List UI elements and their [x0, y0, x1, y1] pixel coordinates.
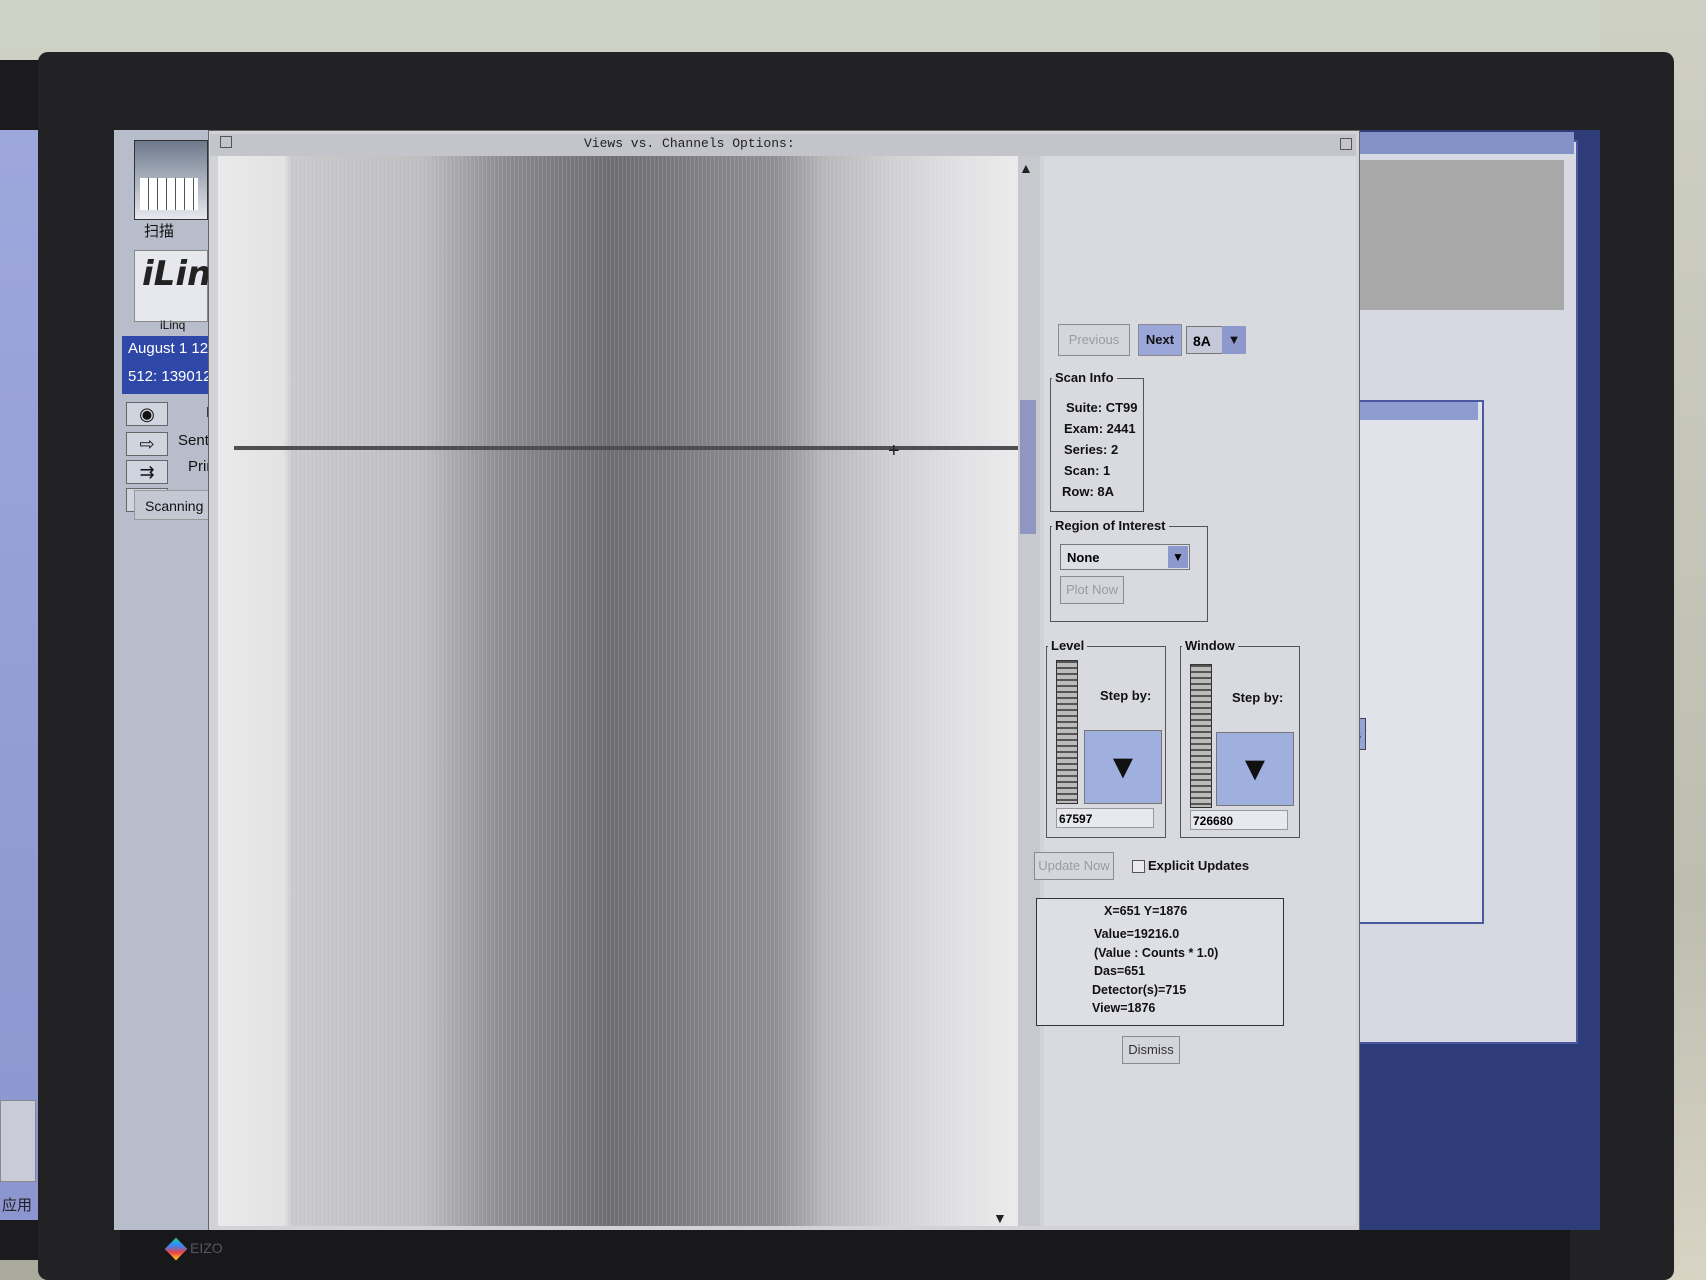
scroll-down-icon[interactable]: ▼ — [993, 1210, 1007, 1226]
left-app-icon[interactable] — [0, 1100, 36, 1182]
camera-icon[interactable]: ◉ — [126, 402, 168, 426]
chevron-down-icon[interactable]: ▼ — [1168, 546, 1188, 568]
monitor-brand: EIZO — [164, 1237, 258, 1262]
readout-detector: Detector(s)=715 — [1092, 983, 1187, 997]
window-step-arrow-icon[interactable]: ▼ — [1216, 732, 1294, 806]
readout-view: View=1876 — [1092, 1001, 1156, 1015]
background-subwindow-titlebar[interactable] — [1342, 402, 1478, 420]
monitor-screen: 扫描 iLinq iLinq August 1 12:4 512: 139012… — [114, 130, 1600, 1230]
brand-logo-icon — [164, 1237, 188, 1261]
plot-now-button[interactable]: Plot Now — [1060, 576, 1124, 604]
window-menu-icon[interactable] — [220, 136, 232, 148]
background-dialog-panel — [1354, 160, 1564, 310]
update-now-button[interactable]: Update Now — [1034, 852, 1114, 880]
next-button[interactable]: Next — [1138, 324, 1182, 356]
window-minimize-icon[interactable] — [1340, 138, 1352, 150]
scroll-up-icon[interactable]: ▲ — [1019, 160, 1033, 176]
scan-info-scan: Scan: 1 — [1064, 463, 1111, 478]
dismiss-button[interactable]: Dismiss — [1122, 1036, 1180, 1064]
explicit-updates-checkbox[interactable] — [1132, 860, 1145, 873]
window-value[interactable]: 726680 — [1190, 810, 1288, 830]
level-step-arrow-icon[interactable]: ▼ — [1084, 730, 1162, 804]
window-slider[interactable] — [1190, 664, 1212, 808]
background-dialog-titlebar[interactable] — [1354, 132, 1574, 154]
level-value[interactable]: 67597 — [1056, 808, 1154, 828]
readout-value: Value=19216.0 — [1094, 927, 1180, 941]
scan-grid-icon — [140, 178, 198, 210]
network-send-icon[interactable]: ⇉ — [126, 460, 168, 484]
monitor-bezel-bottom — [120, 1230, 1570, 1280]
chevron-down-icon[interactable]: ▼ — [1222, 326, 1246, 354]
scan-info-row: Row: 8A — [1062, 484, 1114, 499]
readout-xy: X=651 Y=1876 — [1104, 904, 1188, 918]
level-stepby-label: Step by: — [1100, 688, 1152, 703]
session-series-number: 512: 139012 — [128, 368, 212, 385]
session-date: August 1 12:4 — [128, 340, 221, 357]
readout-das: Das=651 — [1094, 964, 1146, 978]
window-width-title: Window — [1182, 638, 1238, 653]
previous-button[interactable]: Previous — [1058, 324, 1130, 356]
iling-app-label: iLinq — [160, 318, 186, 332]
scan-info-title: Scan Info — [1052, 370, 1117, 385]
left-app-label: 应用 — [2, 1197, 33, 1214]
roi-title: Region of Interest — [1052, 518, 1169, 533]
readout-units: (Value : Counts * 1.0) — [1094, 946, 1219, 960]
background-subwindow — [1340, 400, 1484, 924]
scan-app-label: 扫描 — [144, 223, 175, 240]
explicit-updates-label: Explicit Updates — [1148, 858, 1250, 873]
crosshair-icon: + — [888, 440, 900, 462]
window-title: Views vs. Channels Options: — [584, 136, 795, 151]
selected-row-line — [234, 446, 1038, 450]
sinogram-texture — [218, 156, 1038, 1226]
roi-group — [1050, 526, 1208, 622]
window-stepby-label: Step by: — [1232, 690, 1284, 705]
brand-text: EIZO — [190, 1240, 223, 1256]
vertical-scrollbar[interactable] — [1018, 156, 1040, 1226]
scan-info-series: Series: 2 — [1064, 442, 1119, 457]
archive-disk-icon[interactable]: ⇨ — [126, 432, 168, 456]
level-title: Level — [1048, 638, 1088, 653]
scan-info-suite: Suite: CT99 — [1066, 400, 1138, 415]
scan-info-exam: Exam: 2441 — [1064, 421, 1136, 436]
level-slider[interactable] — [1056, 660, 1078, 804]
scrollbar-thumb[interactable] — [1020, 400, 1036, 534]
